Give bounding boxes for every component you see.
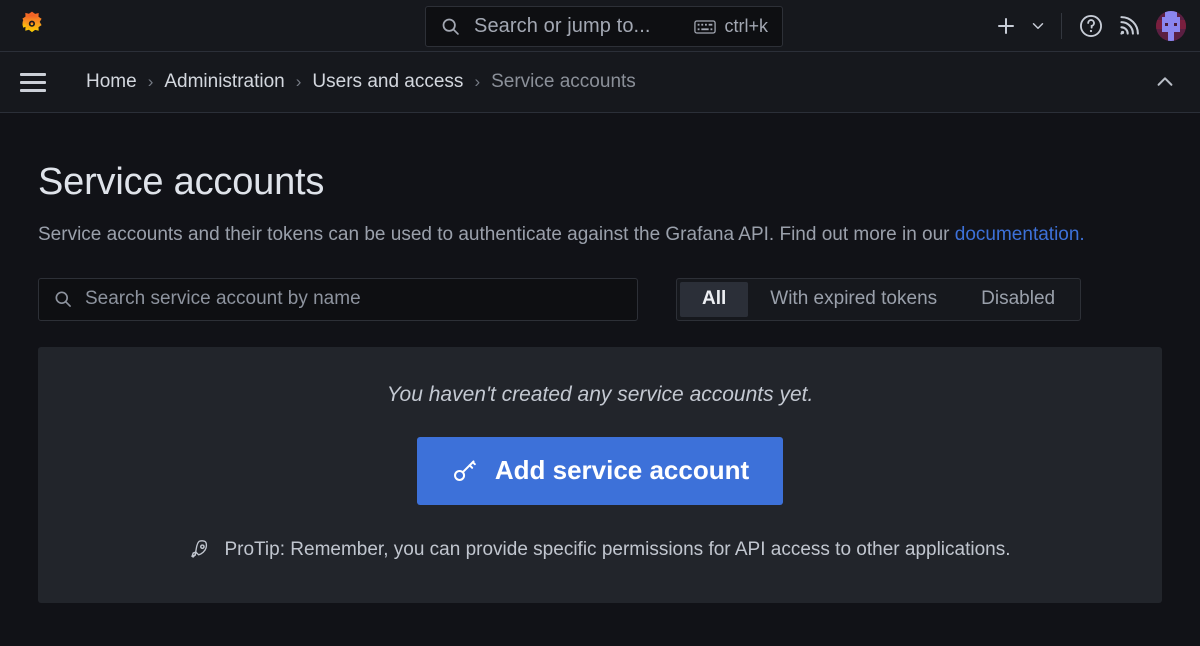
- page-description: Service accounts and their tokens can be…: [38, 218, 1158, 252]
- page-content: Service accounts Service accounts and th…: [0, 113, 1200, 646]
- new-button[interactable]: [987, 7, 1025, 45]
- search-icon: [53, 289, 73, 309]
- breadcrumb-item-home[interactable]: Home: [86, 71, 137, 93]
- grafana-logo-icon[interactable]: [13, 7, 51, 45]
- page-title: Service accounts: [38, 113, 1162, 205]
- shortcut-label: ctrl+k: [724, 16, 768, 37]
- empty-state-message: You haven't created any service accounts…: [38, 383, 1162, 407]
- news-button[interactable]: [1110, 7, 1148, 45]
- status-filter-group: All With expired tokens Disabled: [676, 278, 1081, 321]
- filter-option-disabled[interactable]: Disabled: [959, 282, 1077, 317]
- breadcrumb-bar: Home › Administration › Users and access…: [0, 52, 1200, 113]
- chevron-down-icon[interactable]: [1025, 7, 1051, 45]
- add-service-account-label: Add service account: [495, 455, 749, 486]
- filter-controls: Search service account by name All With …: [38, 278, 1162, 321]
- page-description-text: Service accounts and their tokens can be…: [38, 224, 955, 245]
- key-icon: [451, 457, 478, 484]
- protip: ProTip: Remember, you can provide specif…: [38, 539, 1162, 561]
- user-avatar[interactable]: [1156, 11, 1186, 41]
- hamburger-menu-icon[interactable]: [16, 65, 50, 99]
- help-button[interactable]: [1072, 7, 1110, 45]
- breadcrumb-separator: ›: [285, 72, 313, 92]
- documentation-link[interactable]: documentation.: [955, 224, 1085, 245]
- search-input-placeholder: Search service account by name: [85, 288, 361, 310]
- chevron-up-icon[interactable]: [1148, 65, 1182, 99]
- top-bar-actions: [987, 0, 1186, 52]
- filter-option-with-expired-tokens[interactable]: With expired tokens: [748, 282, 959, 317]
- global-search-input[interactable]: Search or jump to... ctrl+k: [425, 6, 783, 47]
- global-search-placeholder: Search or jump to...: [474, 15, 651, 38]
- global-search-shortcut: ctrl+k: [694, 16, 768, 37]
- search-icon: [440, 16, 461, 37]
- toolbar-divider: [1061, 13, 1062, 39]
- breadcrumb-separator: ›: [463, 72, 491, 92]
- breadcrumb: Home › Administration › Users and access…: [86, 71, 636, 93]
- breadcrumb-separator: ›: [137, 72, 165, 92]
- rocket-icon: [189, 539, 211, 561]
- breadcrumb-item-service-accounts: Service accounts: [491, 71, 636, 93]
- breadcrumb-item-users-and-access[interactable]: Users and access: [312, 71, 463, 93]
- empty-state-panel: You haven't created any service accounts…: [38, 347, 1162, 603]
- breadcrumb-item-administration[interactable]: Administration: [164, 71, 284, 93]
- keyboard-icon: [694, 19, 716, 35]
- filter-option-all[interactable]: All: [680, 282, 748, 317]
- add-service-account-button[interactable]: Add service account: [417, 437, 783, 505]
- search-input[interactable]: Search service account by name: [38, 278, 638, 321]
- top-navigation-bar: Search or jump to... ctrl+k: [0, 0, 1200, 52]
- protip-text: ProTip: Remember, you can provide specif…: [224, 539, 1010, 561]
